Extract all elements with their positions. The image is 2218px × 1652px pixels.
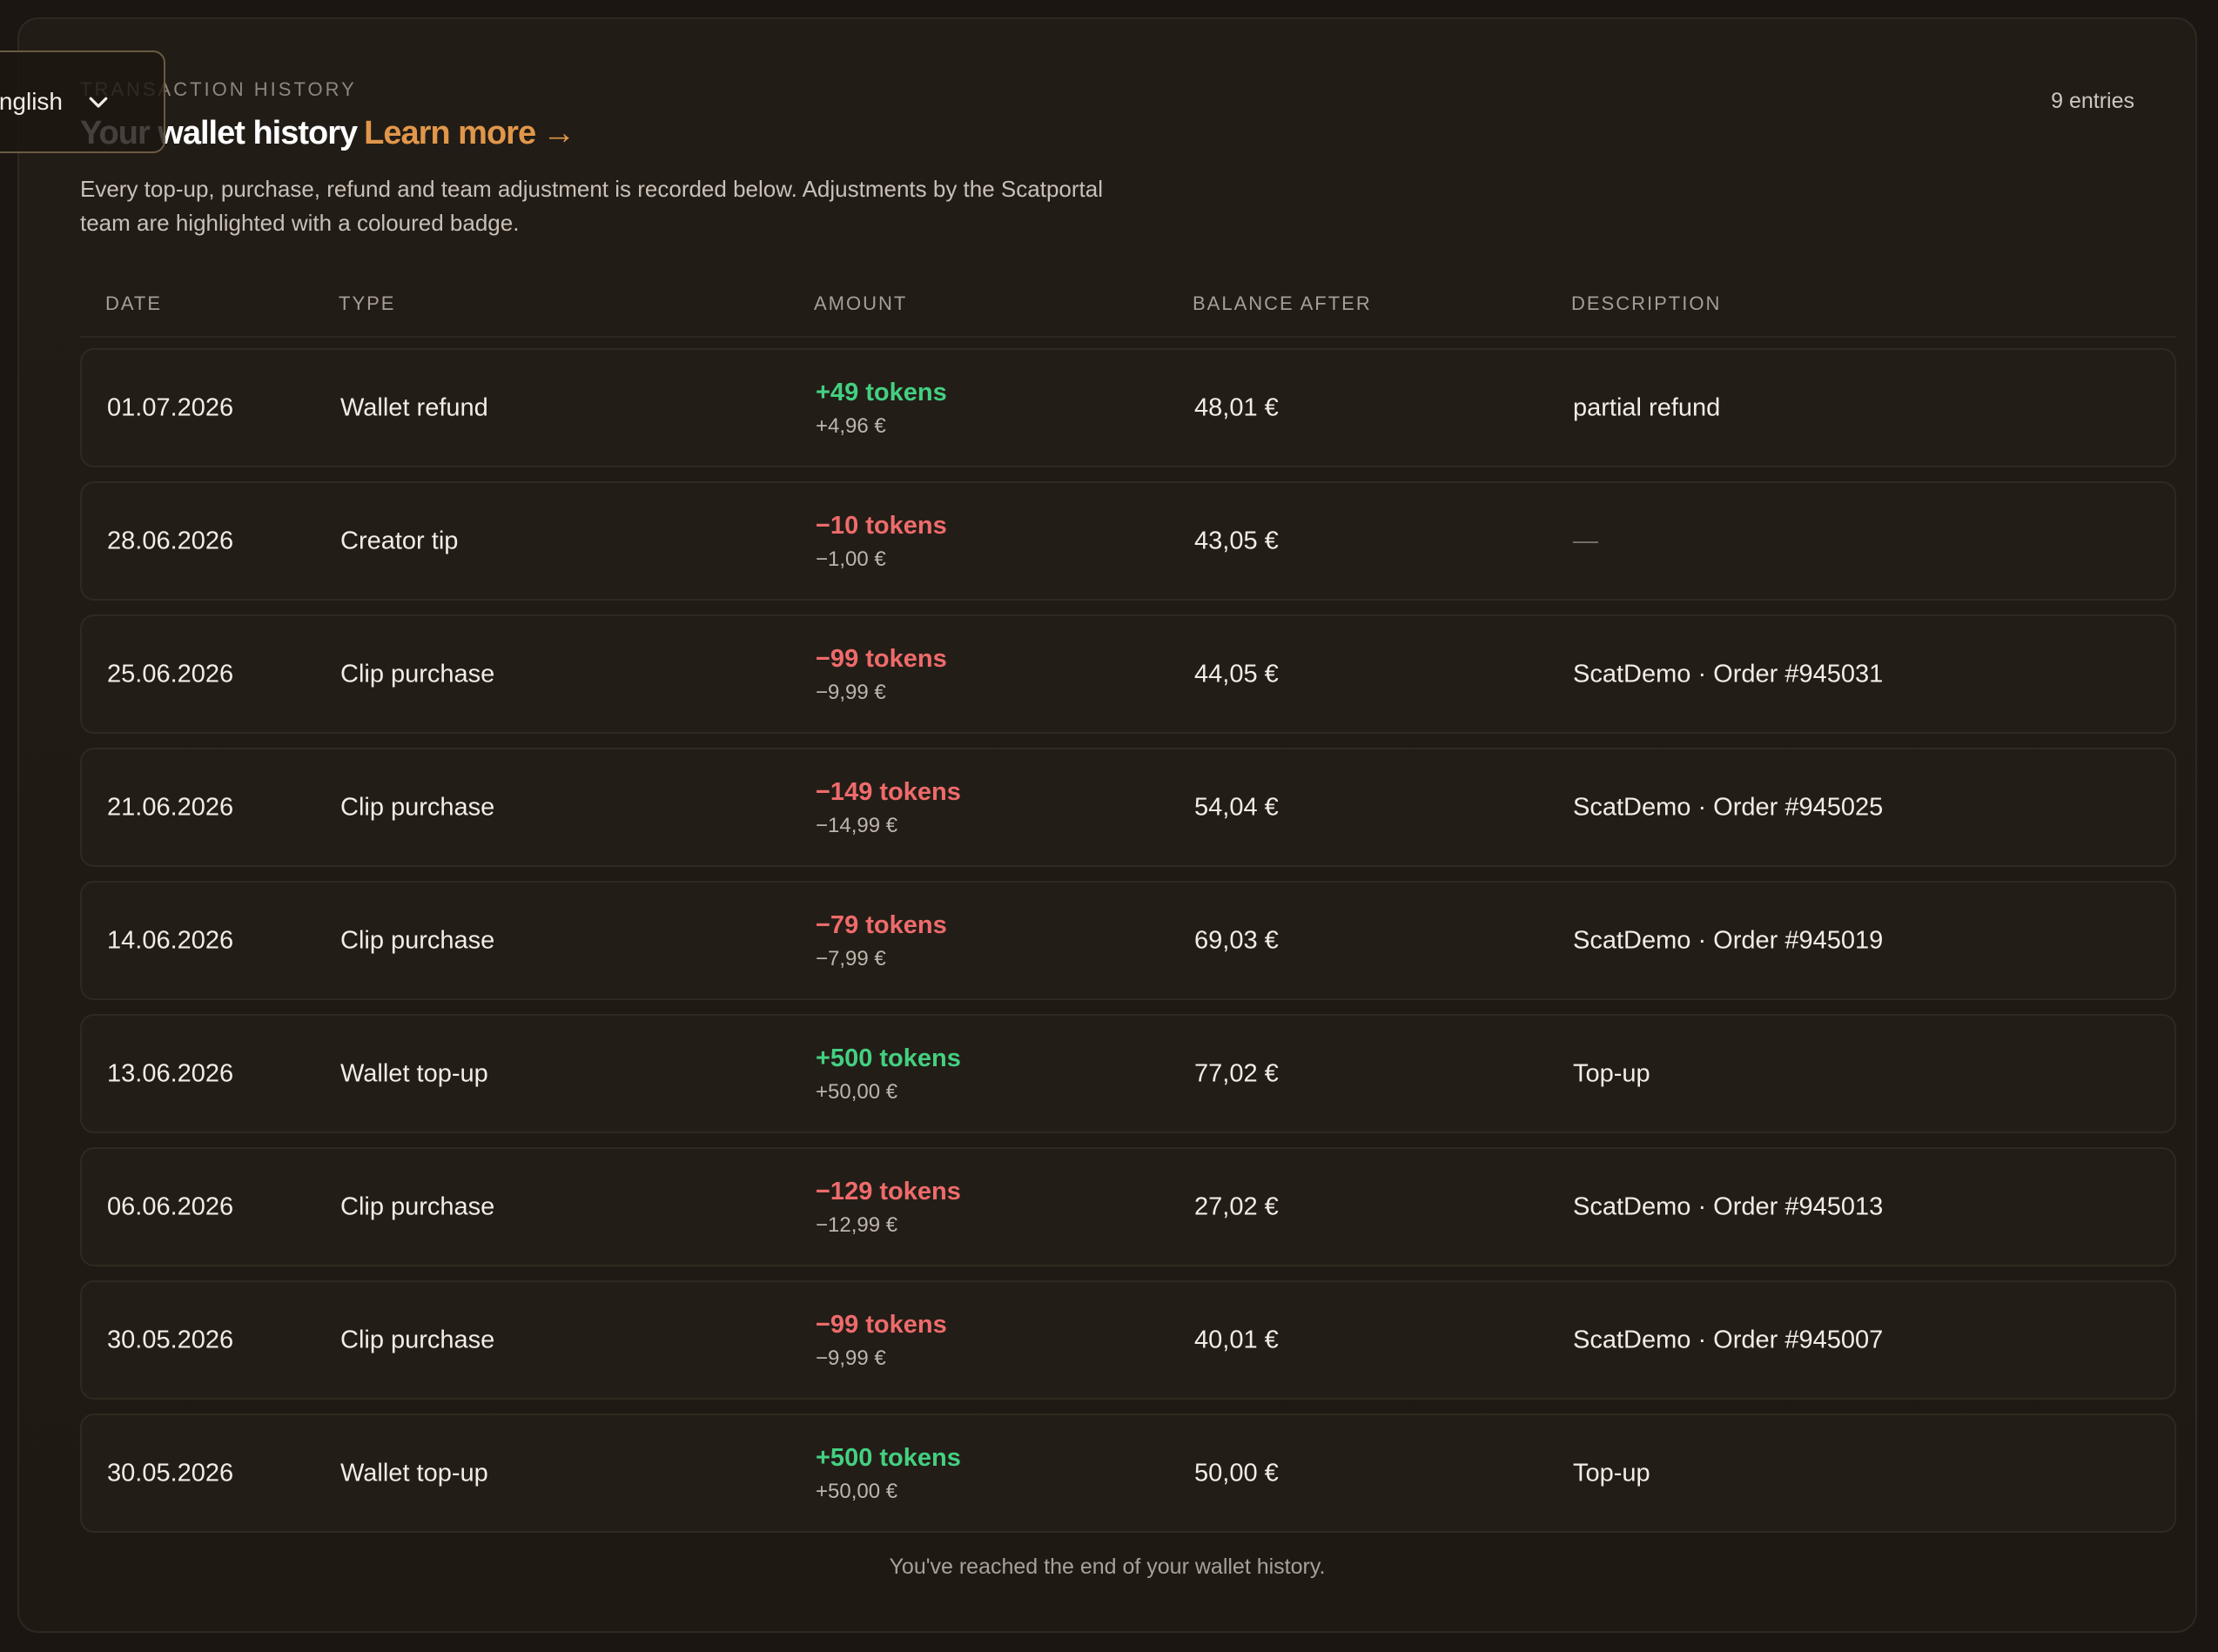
amount-tokens: −99 tokens xyxy=(816,644,947,673)
column-header-balance: BALANCE AFTER xyxy=(1193,292,1372,314)
arrow-right-icon[interactable]: → xyxy=(542,115,575,151)
entries-count: 9 entries xyxy=(2051,89,2134,113)
amount-euro: +4,96 € xyxy=(816,413,886,438)
amount-tokens: −99 tokens xyxy=(816,1310,947,1339)
row-date: 14.06.2026 xyxy=(107,926,234,954)
row-type: Wallet top-up xyxy=(340,1459,488,1487)
language-label: nglish xyxy=(0,88,63,115)
table-row: 21.06.2026 Clip purchase −149 tokens −14… xyxy=(80,748,2176,867)
table-row: 14.06.2026 Clip purchase −79 tokens −7,9… xyxy=(80,881,2176,1000)
intro-text: Every top-up, purchase, refund and team … xyxy=(80,176,1103,236)
amount-euro: +50,00 € xyxy=(816,1079,898,1104)
table-header: DATE TYPE AMOUNT BALANCE AFTER DESCRIPTI… xyxy=(80,285,2176,338)
row-description: ScatDemo · Order #945007 xyxy=(1573,1326,1884,1353)
row-amount: −10 tokens −1,00 € xyxy=(816,508,947,574)
language-selector[interactable]: nglish xyxy=(0,50,165,153)
table-row: 13.06.2026 Wallet top-up +500 tokens +50… xyxy=(80,1014,2176,1133)
amount-tokens: +500 tokens xyxy=(816,1044,961,1072)
row-description: ScatDemo · Order #945031 xyxy=(1573,660,1884,688)
row-date: 06.06.2026 xyxy=(107,1192,234,1220)
row-type: Clip purchase xyxy=(340,1326,495,1353)
amount-tokens: −149 tokens xyxy=(816,777,961,806)
row-amount: −149 tokens −14,99 € xyxy=(816,775,961,841)
row-amount: −129 tokens −12,99 € xyxy=(816,1174,961,1240)
row-balance: 43,05 € xyxy=(1194,527,1279,554)
row-description: Top-up xyxy=(1573,1459,1650,1487)
row-type: Clip purchase xyxy=(340,660,495,688)
table-row: 06.06.2026 Clip purchase −129 tokens −12… xyxy=(80,1147,2176,1266)
row-type: Wallet top-up xyxy=(340,1059,488,1087)
row-date: 28.06.2026 xyxy=(107,527,234,554)
row-type: Clip purchase xyxy=(340,793,495,821)
amount-tokens: −10 tokens xyxy=(816,511,947,540)
learn-more-link[interactable]: Learn more xyxy=(364,115,536,151)
row-date: 01.07.2026 xyxy=(107,393,234,421)
column-header-amount: AMOUNT xyxy=(814,292,908,314)
row-amount: +500 tokens +50,00 € xyxy=(816,1041,961,1107)
table-row: 30.05.2026 Wallet top-up +500 tokens +50… xyxy=(80,1414,2176,1533)
row-amount: +500 tokens +50,00 € xyxy=(816,1440,961,1507)
row-date: 21.06.2026 xyxy=(107,793,234,821)
end-of-history-message: You've reached the end of your wallet hi… xyxy=(889,1555,1326,1579)
row-description: ScatDemo · Order #945019 xyxy=(1573,926,1884,954)
column-header-description: DESCRIPTION xyxy=(1571,292,1722,314)
row-balance: 40,01 € xyxy=(1194,1326,1279,1353)
amount-euro: −9,99 € xyxy=(816,680,886,704)
amount-euro: −1,00 € xyxy=(816,547,886,571)
row-balance: 69,03 € xyxy=(1194,926,1279,954)
amount-euro: +50,00 € xyxy=(816,1479,898,1503)
row-description: Top-up xyxy=(1573,1059,1650,1087)
row-date: 30.05.2026 xyxy=(107,1459,234,1487)
table-row: 25.06.2026 Clip purchase −99 tokens −9,9… xyxy=(80,614,2176,734)
amount-euro: −14,99 € xyxy=(816,813,898,837)
transaction-list: 01.07.2026 Wallet refund +49 tokens +4,9… xyxy=(80,348,2176,1547)
row-amount: −99 tokens −9,99 € xyxy=(816,1307,947,1373)
row-description: ScatDemo · Order #945025 xyxy=(1573,793,1884,821)
row-date: 25.06.2026 xyxy=(107,660,234,688)
amount-euro: −7,99 € xyxy=(816,946,886,970)
amount-euro: −9,99 € xyxy=(816,1346,886,1370)
row-amount: −99 tokens −9,99 € xyxy=(816,641,947,708)
column-header-date: DATE xyxy=(105,292,163,314)
amount-tokens: +49 tokens xyxy=(816,378,947,406)
row-amount: +49 tokens +4,96 € xyxy=(816,375,947,441)
row-description: partial refund xyxy=(1573,393,1721,421)
wallet-history-panel: TRANSACTION HISTORY 9 entries Your walle… xyxy=(17,17,2197,1633)
row-type: Creator tip xyxy=(340,527,459,554)
row-balance: 54,04 € xyxy=(1194,793,1279,821)
amount-tokens: −129 tokens xyxy=(816,1177,961,1205)
row-type: Clip purchase xyxy=(340,1192,495,1220)
amount-tokens: +500 tokens xyxy=(816,1443,961,1472)
row-date: 13.06.2026 xyxy=(107,1059,234,1087)
row-balance: 44,05 € xyxy=(1194,660,1279,688)
row-type: Clip purchase xyxy=(340,926,495,954)
amount-tokens: −79 tokens xyxy=(816,910,947,939)
table-row: 30.05.2026 Clip purchase −99 tokens −9,9… xyxy=(80,1280,2176,1400)
table-row: 01.07.2026 Wallet refund +49 tokens +4,9… xyxy=(80,348,2176,467)
row-amount: −79 tokens −7,99 € xyxy=(816,908,947,974)
column-header-type: TYPE xyxy=(339,292,396,314)
row-date: 30.05.2026 xyxy=(107,1326,234,1353)
row-description: — xyxy=(1573,527,1598,554)
row-type: Wallet refund xyxy=(340,393,488,421)
table-row: 28.06.2026 Creator tip −10 tokens −1,00 … xyxy=(80,481,2176,601)
row-balance: 50,00 € xyxy=(1194,1459,1279,1487)
row-description: ScatDemo · Order #945013 xyxy=(1573,1192,1884,1220)
row-balance: 48,01 € xyxy=(1194,393,1279,421)
row-balance: 27,02 € xyxy=(1194,1192,1279,1220)
amount-euro: −12,99 € xyxy=(816,1212,898,1237)
chevron-down-icon xyxy=(89,97,108,108)
row-balance: 77,02 € xyxy=(1194,1059,1279,1087)
